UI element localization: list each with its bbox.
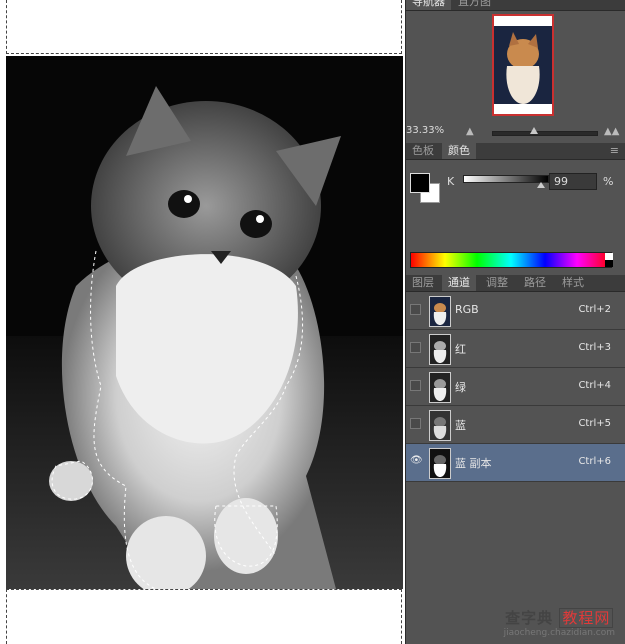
k-slider-knob[interactable] <box>537 182 545 188</box>
k-unit: % <box>603 175 614 188</box>
document-canvas[interactable] <box>0 0 405 644</box>
channel-shortcut: Ctrl+2 <box>578 304 611 315</box>
color-spectrum-bar[interactable] <box>410 252 613 268</box>
tab-swatches[interactable]: 色板 <box>406 143 440 159</box>
zoom-level[interactable]: 33.33% <box>406 125 444 136</box>
channel-thumbnail <box>429 296 451 327</box>
channel-row-blue-copy[interactable]: 👁 蓝 副本 Ctrl+6 <box>406 444 625 482</box>
visibility-toggle[interactable] <box>410 304 421 315</box>
tab-paths[interactable]: 路径 <box>518 275 552 291</box>
watermark-url: jiaocheng.chazidian.com <box>503 628 615 638</box>
zoom-out-icon[interactable]: ▲ <box>466 126 474 137</box>
visibility-toggle[interactable] <box>410 380 421 391</box>
black-white-swatch[interactable] <box>605 253 613 267</box>
channel-row-rgb[interactable]: RGB Ctrl+2 <box>406 292 625 330</box>
channel-row-blue[interactable]: 蓝 Ctrl+5 <box>406 406 625 444</box>
visibility-toggle[interactable] <box>410 342 421 353</box>
navigator-tabbar: 导航器 直方图 <box>406 0 625 11</box>
site-watermark: 查字典 教程网 jiaocheng.chazidian.com <box>504 607 615 638</box>
foreground-color-swatch[interactable] <box>410 173 430 193</box>
watermark-site-tag: 教程网 <box>559 608 614 628</box>
channel-thumbnail <box>429 410 451 441</box>
channel-thumbnail <box>429 448 451 479</box>
channel-shortcut: Ctrl+6 <box>578 456 611 467</box>
channel-name: 蓝 副本 <box>455 457 492 470</box>
channel-row-red[interactable]: 红 Ctrl+3 <box>406 330 625 368</box>
zoom-slider-knob[interactable] <box>530 127 538 134</box>
k-channel-label: K <box>447 175 455 188</box>
tab-styles[interactable]: 样式 <box>556 275 590 291</box>
tab-histogram[interactable]: 直方图 <box>452 0 497 10</box>
navigator-zoom-row: 33.33% ▲ ▲▲ <box>406 122 625 142</box>
selection-marquee-bottom <box>6 589 402 644</box>
tab-adjustments[interactable]: 调整 <box>480 275 514 291</box>
watermark-title: 查字典 教程网 <box>504 607 615 628</box>
tab-color[interactable]: 颜色 <box>442 143 476 159</box>
eye-icon[interactable]: 👁 <box>410 455 423 466</box>
watermark-site-name: 查字典 <box>505 609 554 627</box>
navigator-thumbnail <box>494 26 552 104</box>
navigator-preview[interactable] <box>492 14 554 116</box>
channel-list: RGB Ctrl+2 红 Ctrl+3 绿 Ctrl+4 蓝 Ctrl+5 👁 … <box>406 292 625 482</box>
channel-shortcut: Ctrl+4 <box>578 380 611 391</box>
layers-tabbar: 图层 通道 调整 路径 样式 <box>406 275 625 292</box>
side-panels: 导航器 直方图 33.33% ▲ ▲▲ 色板 颜色 ≡ K % <box>405 0 625 644</box>
channel-thumbnail <box>429 334 451 365</box>
zoom-slider[interactable] <box>492 131 598 136</box>
kitten-grayscale-photo <box>6 56 403 589</box>
channel-name: RGB <box>455 303 479 316</box>
tab-layers[interactable]: 图层 <box>406 275 440 291</box>
channel-name: 绿 <box>455 381 466 394</box>
color-panel: K % <box>406 160 625 272</box>
panel-menu-icon[interactable]: ≡ <box>610 144 619 157</box>
channel-name: 红 <box>455 343 466 356</box>
selection-marquee-top <box>6 0 402 54</box>
color-tabbar: 色板 颜色 ≡ <box>406 143 625 160</box>
visibility-toggle[interactable] <box>410 418 421 429</box>
channel-name: 蓝 <box>455 419 466 432</box>
channel-row-green[interactable]: 绿 Ctrl+4 <box>406 368 625 406</box>
tab-channels[interactable]: 通道 <box>442 275 476 291</box>
channel-shortcut: Ctrl+5 <box>578 418 611 429</box>
channel-thumbnail <box>429 372 451 403</box>
tab-navigator[interactable]: 导航器 <box>406 0 451 10</box>
k-value-input[interactable] <box>549 173 597 190</box>
channel-shortcut: Ctrl+3 <box>578 342 611 353</box>
zoom-in-icon[interactable]: ▲▲ <box>604 126 619 137</box>
